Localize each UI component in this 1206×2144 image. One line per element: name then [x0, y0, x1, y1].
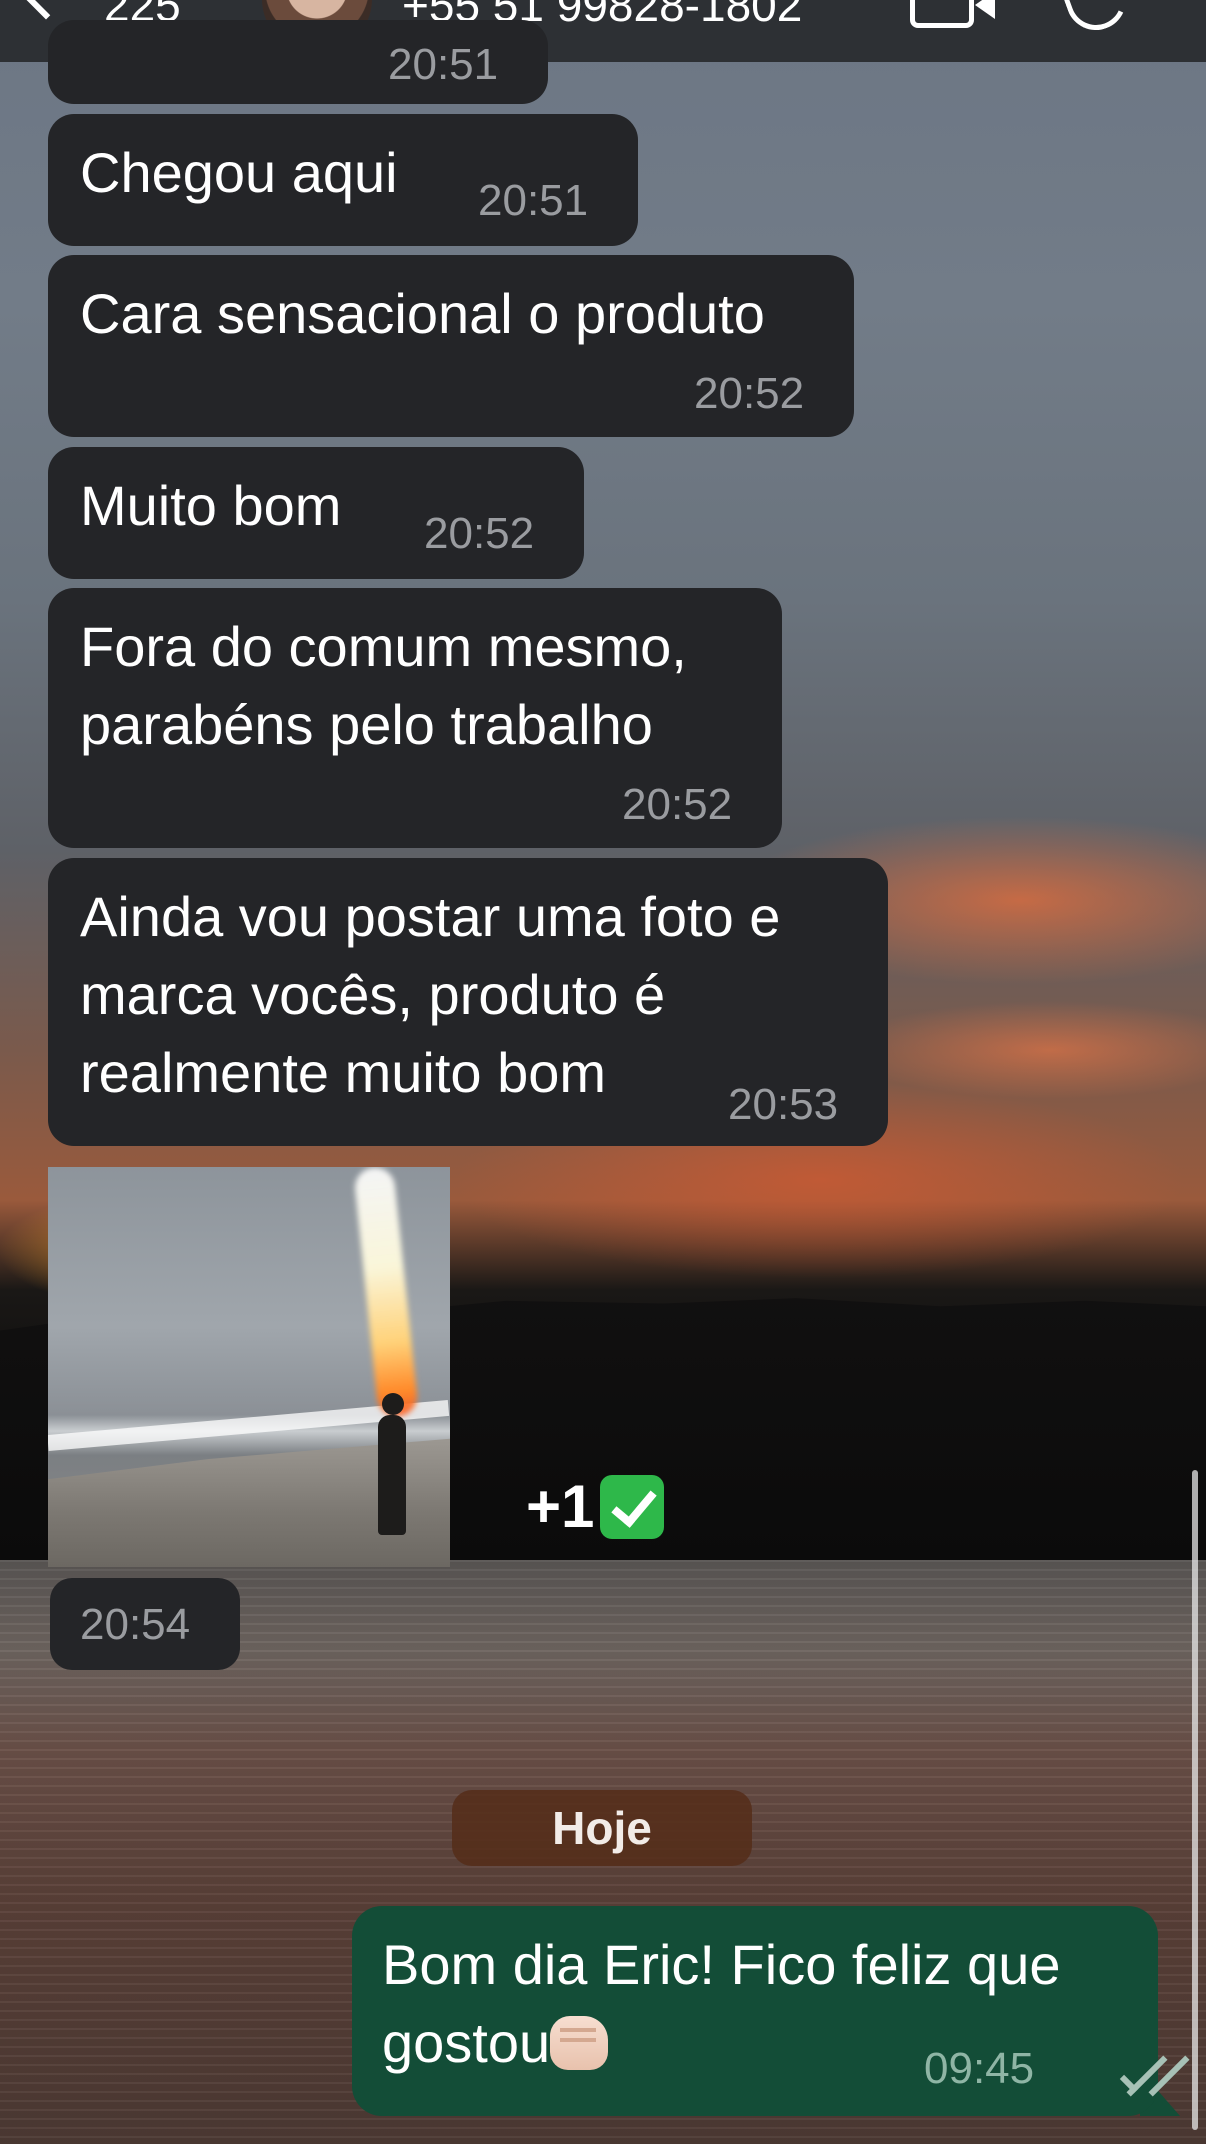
message-bubble[interactable]: Chegou aqui 20:51: [48, 114, 638, 246]
media-caption: +1: [526, 1472, 665, 1541]
message-time: 20:51: [478, 176, 589, 225]
message-bubble[interactable]: Fora do comum mesmo, parabéns pelo traba…: [48, 588, 782, 848]
scrollbar[interactable]: [1192, 1470, 1198, 2130]
back-icon[interactable]: [20, 0, 72, 20]
message-time: 20:54: [80, 1600, 191, 1649]
message-time: 09:45: [924, 2044, 1035, 2093]
media-time-badge: 20:54: [50, 1578, 240, 1670]
photo-message[interactable]: [48, 1167, 450, 1567]
message-bubble[interactable]: Muito bom 20:52: [48, 447, 584, 579]
message-time: 20:52: [622, 780, 733, 829]
message-bubble[interactable]: 20:51: [48, 20, 548, 104]
photo-flame: [353, 1167, 419, 1419]
message-text: Chegou aqui: [80, 141, 398, 204]
message-text-line: Bom dia Eric! Fico feliz que: [382, 1933, 1061, 1996]
message-text-line: parabéns pelo trabalho: [80, 693, 653, 756]
message-time: 20:51: [388, 40, 499, 89]
photo-person: [378, 1393, 406, 1535]
message-text-line: gostou: [382, 2011, 551, 2074]
message-text-line: realmente muito bom: [80, 1041, 607, 1104]
message-bubble[interactable]: Ainda vou postar uma foto e marca vocês,…: [48, 858, 888, 1146]
message-text-line: Ainda vou postar uma foto e: [80, 885, 781, 948]
check-mark-emoji: [600, 1474, 665, 1539]
message-text: Cara sensacional o produto: [80, 282, 765, 345]
media-caption-text: +1: [526, 1473, 595, 1540]
fist-emoji: [550, 2016, 609, 2070]
date-divider: Hoje: [452, 1790, 752, 1866]
message-text-line: Fora do comum mesmo,: [80, 615, 687, 678]
message-bubble[interactable]: Cara sensacional o produto 20:52: [48, 255, 854, 437]
message-time: 20:52: [424, 509, 535, 558]
message-time: 20:52: [694, 369, 805, 418]
message-text-line: marca vocês, produto é: [80, 963, 666, 1026]
video-call-icon[interactable]: [910, 0, 995, 28]
message-text: Muito bom: [80, 474, 342, 537]
double-check-icon: [1119, 2055, 1190, 2097]
outgoing-message-bubble[interactable]: Bom dia Eric! Fico feliz que gostou 09:4…: [352, 1906, 1190, 2116]
message-time: 20:53: [728, 1080, 839, 1129]
voice-call-icon[interactable]: [1057, 0, 1135, 39]
